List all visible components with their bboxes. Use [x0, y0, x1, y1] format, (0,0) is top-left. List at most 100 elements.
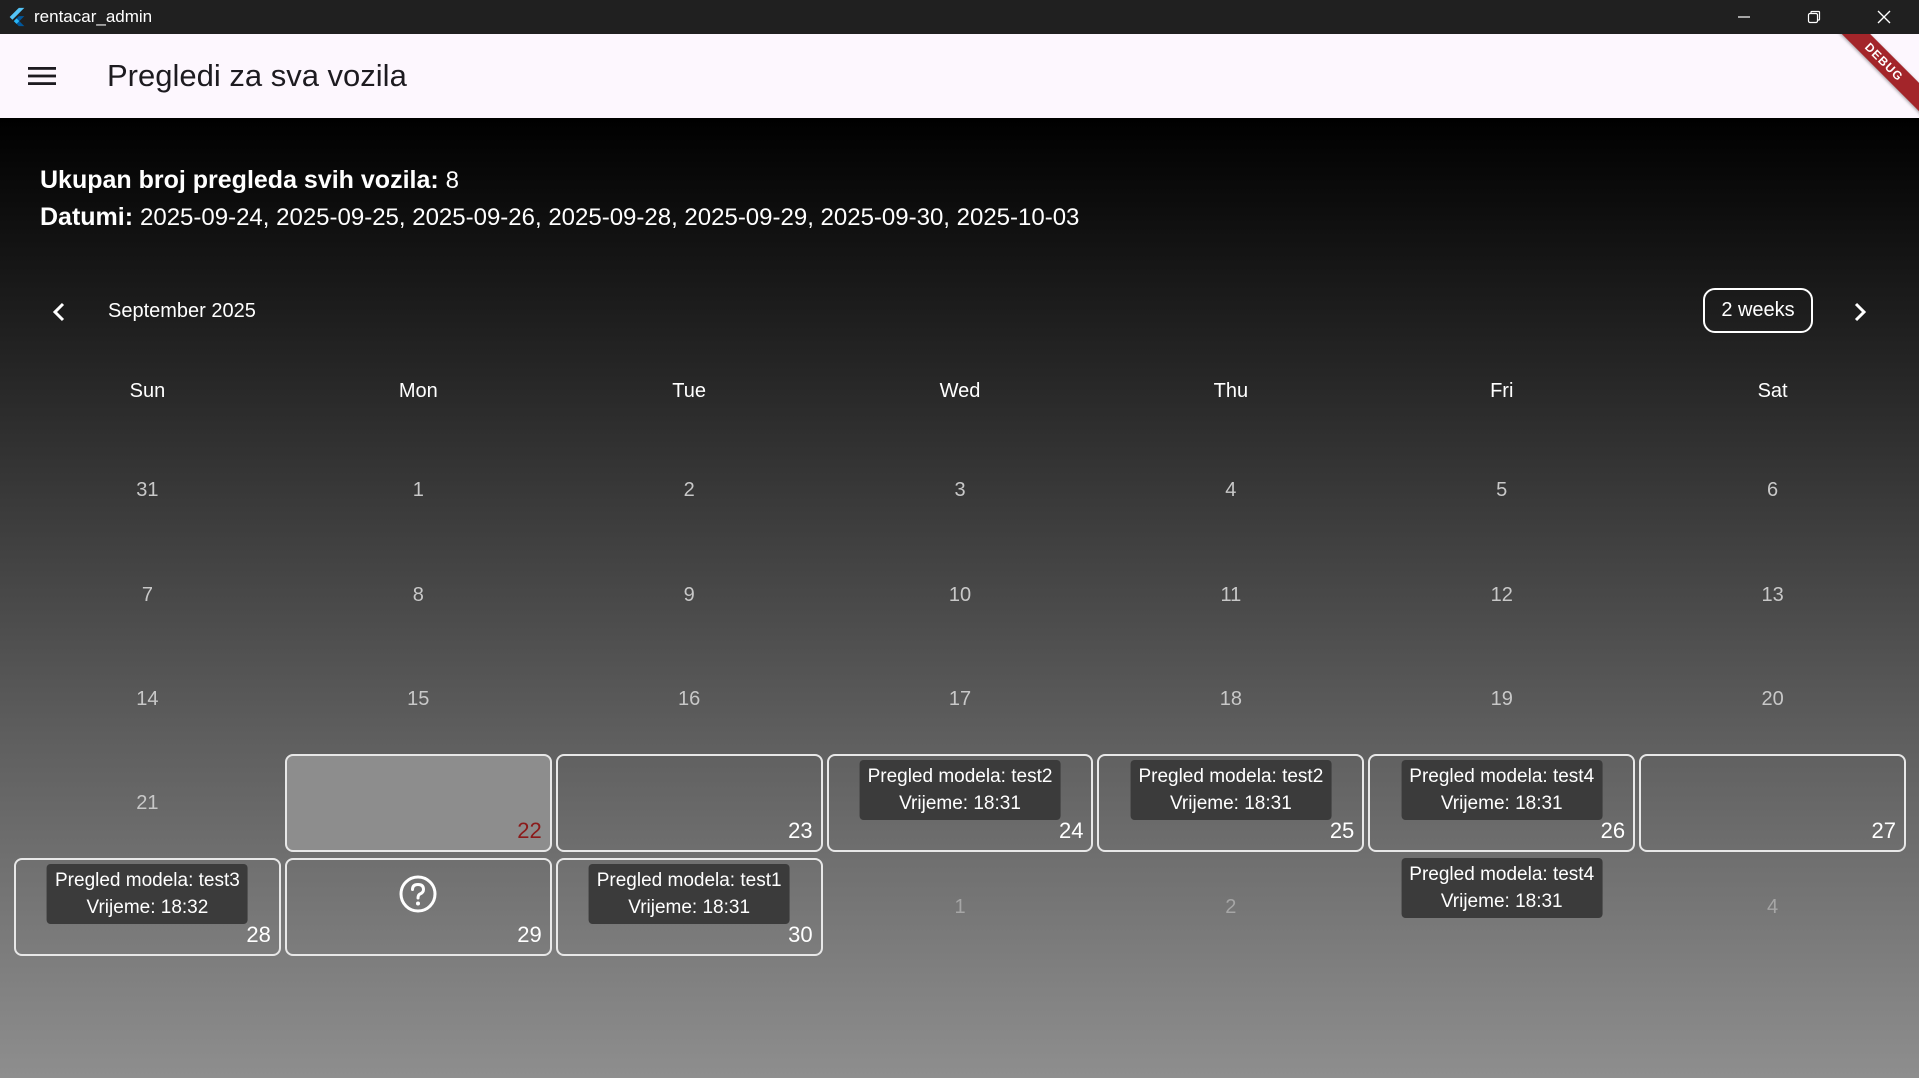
calendar-day-cell[interactable]: 22	[283, 752, 554, 854]
day-box[interactable]: 25 Pregled modela: test2 Vrijeme: 18:31	[1097, 754, 1365, 852]
day-number: 4	[1767, 895, 1779, 918]
event-model-label: Pregled modela: test3	[55, 870, 240, 891]
day-box[interactable]: 24 Pregled modela: test2 Vrijeme: 18:31	[826, 754, 1094, 852]
day-box[interactable]: 27	[1639, 754, 1907, 852]
calendar-week-row: 7 8 9 10 11 12 13	[12, 544, 1908, 646]
event-model-label: Pregled modela: test4	[1409, 766, 1595, 787]
calendar-day-cell[interactable]: 19	[1366, 648, 1637, 750]
calendar-day-cell[interactable]: 28 Pregled modela: test3 Vrijeme: 18:32	[12, 856, 283, 958]
calendar-day-cell[interactable]: 23	[554, 752, 825, 854]
calendar-header: September 2025 2 weeks	[0, 288, 1919, 344]
day-number: 10	[948, 583, 972, 606]
day-number: 30	[788, 922, 813, 947]
calendar-day-cell[interactable]: 31	[12, 439, 283, 541]
event-model-label: Pregled modela: test2	[1138, 766, 1324, 787]
day-number: 2	[683, 478, 695, 501]
day-number: 18	[1219, 687, 1242, 710]
calendar-day-cell[interactable]: 13	[1637, 544, 1908, 646]
event-marker[interactable]: Pregled modela: test3 Vrijeme: 18:32	[47, 864, 248, 924]
day-box[interactable]: 30 Pregled modela: test1 Vrijeme: 18:31	[555, 858, 823, 956]
day-number: 3	[954, 478, 966, 501]
day-number: 27	[1871, 818, 1897, 843]
event-marker[interactable]: Pregled modela: test4 Vrijeme: 18:31	[1401, 858, 1603, 918]
calendar-day-cell[interactable]: 8	[283, 544, 554, 646]
calendar-day-cell[interactable]: 4	[1095, 439, 1366, 541]
event-marker[interactable]: Pregled modela: test4 Vrijeme: 18:31	[1401, 760, 1603, 820]
day-number: 12	[1490, 583, 1513, 606]
calendar-day-cell[interactable]: 24 Pregled modela: test2 Vrijeme: 18:31	[825, 752, 1096, 854]
day-number: 7	[141, 583, 153, 606]
calendar-day-cell[interactable]: 6	[1637, 439, 1908, 541]
calendar-day-cell[interactable]: 25 Pregled modela: test2 Vrijeme: 18:31	[1095, 752, 1366, 854]
calendar-day-cell[interactable]: 5	[1366, 439, 1637, 541]
weekday-label-wed: Wed	[939, 380, 981, 402]
calendar-day-cell[interactable]: 4	[1637, 856, 1908, 958]
calendar-day-cell[interactable]: 18	[1095, 648, 1366, 750]
calendar-day-cell[interactable]: 2	[1095, 856, 1366, 958]
calendar-day-cell[interactable]: 30 Pregled modela: test1 Vrijeme: 18:31	[554, 856, 825, 958]
calendar-day-cell[interactable]: 3	[825, 439, 1096, 541]
calendar-day-cell[interactable]: Pregled modela: test4 Vrijeme: 18:31	[1366, 856, 1637, 958]
chevron-left-icon	[52, 302, 65, 322]
calendar-day-cell[interactable]: 12	[1366, 544, 1637, 646]
dates-value: 2025-09-24, 2025-09-25, 2025-09-26, 2025…	[140, 204, 1080, 231]
calendar-day-cell[interactable]: 10	[825, 544, 1096, 646]
calendar-day-cell[interactable]: 7	[12, 544, 283, 646]
today-day-box[interactable]: 22	[284, 754, 552, 852]
window-title: rentacar_admin	[34, 7, 153, 26]
close-icon	[1877, 10, 1891, 24]
day-box[interactable]: 28 Pregled modela: test3 Vrijeme: 18:32	[14, 858, 281, 956]
calendar-day-cell[interactable]: 21	[12, 752, 283, 854]
calendar-week-row: 28 Pregled modela: test3 Vrijeme: 18:32 29 3…	[12, 856, 1908, 958]
event-time-label: Vrijeme: 18:31	[1169, 793, 1292, 814]
day-number: 11	[1220, 583, 1242, 606]
calendar-day-cell[interactable]: 15	[283, 648, 554, 750]
calendar-week-row: 21 22 23 24 Pregled modela: test2 Vrijeme: 18…	[12, 752, 1908, 854]
minimize-button[interactable]	[1709, 0, 1779, 34]
day-number: 5	[1496, 478, 1508, 501]
month-title: September 2025	[108, 300, 256, 322]
calendar-day-cell[interactable]: 17	[825, 648, 1096, 750]
day-number: 9	[683, 583, 695, 606]
calendar-day-cell[interactable]: 27	[1637, 752, 1908, 854]
page-title: Pregledi za sva vozila	[107, 58, 407, 93]
summary: Ukupan broj pregleda svih vozila: 8 Datu…	[40, 162, 1079, 236]
day-box[interactable]: 23	[555, 754, 823, 852]
weekday-label-sat: Sat	[1757, 380, 1788, 402]
day-number: 16	[678, 687, 701, 710]
calendar-format-button[interactable]: 2 weeks	[1703, 288, 1813, 333]
day-number: 29	[517, 922, 542, 947]
calendar-day-cell[interactable]: 14	[12, 648, 283, 750]
calendar-day-cell[interactable]: 1	[283, 439, 554, 541]
calendar-day-cell[interactable]: 1	[825, 856, 1096, 958]
day-number: 17	[948, 687, 972, 710]
calendar-day-cell[interactable]: 2	[554, 439, 825, 541]
next-month-button[interactable]	[1843, 296, 1875, 328]
window-controls	[1709, 0, 1919, 34]
event-marker[interactable]: Pregled modela: test1 Vrijeme: 18:31	[588, 864, 790, 924]
event-model-label: Pregled modela: test1	[596, 870, 782, 891]
dates-label: Datumi:	[40, 203, 134, 231]
calendar-day-cell[interactable]: 26 Pregled modela: test4 Vrijeme: 18:31	[1366, 752, 1637, 854]
day-box[interactable]: 29	[284, 858, 552, 956]
event-marker[interactable]: Pregled modela: test2 Vrijeme: 18:31	[859, 760, 1061, 820]
calendar-day-cell[interactable]: 9	[554, 544, 825, 646]
menu-button[interactable]	[20, 54, 64, 98]
event-marker[interactable]: Pregled modela: test2 Vrijeme: 18:31	[1130, 760, 1332, 820]
calendar-day-cell[interactable]: 20	[1637, 648, 1908, 750]
day-number: 24	[1058, 818, 1084, 843]
event-model-label: Pregled modela: test2	[867, 766, 1053, 787]
previous-month-button[interactable]	[44, 296, 76, 328]
help-circle-icon	[399, 875, 437, 913]
weekday-label-mon: Mon	[398, 380, 438, 402]
calendar-week-row: 31 1 2 3 4 5 6	[12, 439, 1908, 541]
calendar-day-cell[interactable]: 29	[283, 856, 554, 958]
event-time-label: Vrijeme: 18:31	[1440, 793, 1563, 814]
day-box[interactable]: 26 Pregled modela: test4 Vrijeme: 18:31	[1368, 754, 1636, 852]
day-number: 31	[136, 478, 159, 501]
calendar-day-cell[interactable]: 11	[1095, 544, 1366, 646]
restore-button[interactable]	[1779, 0, 1849, 34]
close-button[interactable]	[1849, 0, 1919, 34]
day-number: 14	[136, 687, 159, 710]
calendar-day-cell[interactable]: 16	[554, 648, 825, 750]
